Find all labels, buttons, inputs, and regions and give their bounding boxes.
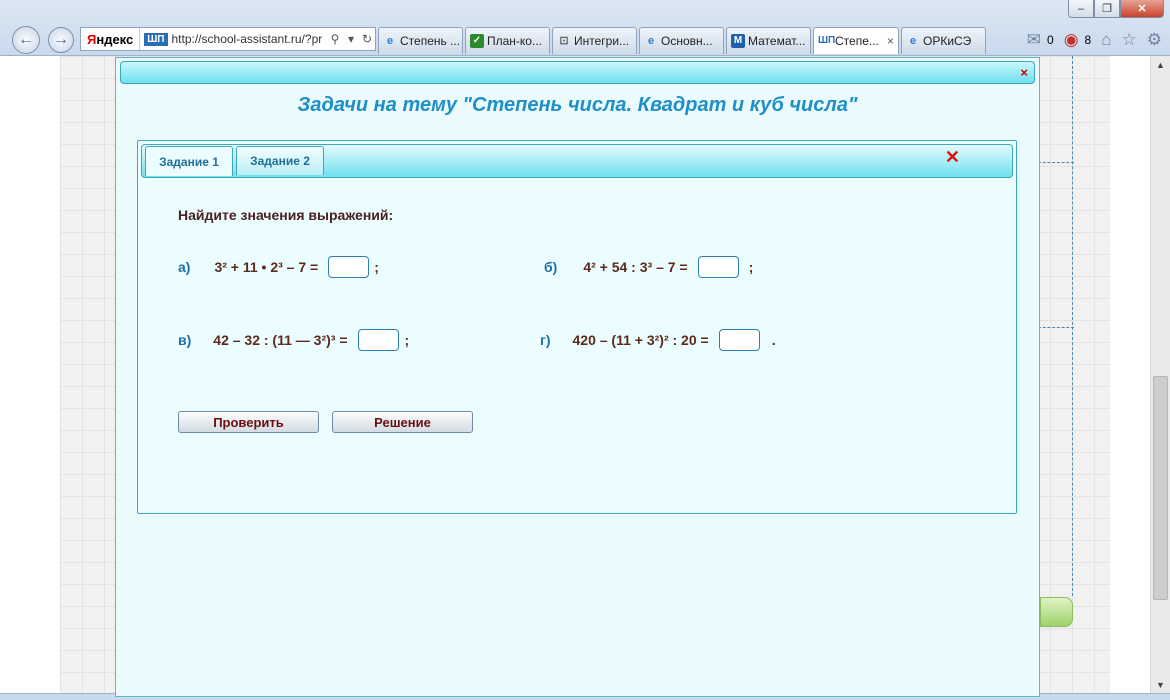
expression-end: ;	[748, 259, 754, 275]
tab-task-2[interactable]: Задание 2	[236, 146, 324, 175]
tab-label: Интегри...	[574, 34, 630, 48]
expression-text: 4² + 54 : 3³ – 7 =	[583, 259, 688, 275]
window-controls: – ❐ ✕	[1068, 0, 1164, 18]
home-icon[interactable]: ⌂	[1101, 30, 1111, 50]
task-dialog: × Задачи на тему "Степень числа. Квадрат…	[115, 57, 1040, 697]
expression-g: г) 420 – (11 + 3²)² : 20 = .	[540, 329, 776, 351]
scroll-thumb[interactable]	[1153, 376, 1168, 600]
tab-label: Степень ...	[400, 34, 461, 48]
expression-text: 420 – (11 + 3²)² : 20 =	[572, 332, 709, 348]
check-button[interactable]: Проверить	[178, 411, 319, 433]
toolbar-right: ✉ 0 ◉ 8 ⌂ ☆ ⚙	[1017, 30, 1162, 50]
expression-text: 42 – 32 : (11 — 3²)³ =	[213, 332, 348, 348]
search-icon[interactable]: ⚲	[327, 32, 343, 46]
tab-label: ОРКиСЭ	[923, 34, 972, 48]
panel-close-icon[interactable]: ✕	[945, 147, 960, 168]
site-icon: ШП	[144, 32, 168, 46]
browser-tab[interactable]: ✓ План-ко...	[465, 27, 550, 54]
maximize-button[interactable]: ❐	[1094, 0, 1120, 18]
address-bar[interactable]: Яндекс ШП http://school-assistant.ru/?pr…	[80, 27, 376, 51]
expression-label: б)	[544, 259, 558, 275]
tab-task-1[interactable]: Задание 1	[145, 146, 233, 176]
answer-input-g[interactable]	[718, 329, 760, 351]
tab-label: План-ко...	[487, 34, 542, 48]
address-url[interactable]: http://school-assistant.ru/?pr	[172, 32, 328, 46]
answer-input-v[interactable]	[357, 329, 399, 351]
vertical-scrollbar[interactable]: ▲ ▼	[1150, 56, 1170, 693]
expression-label: г)	[540, 332, 551, 348]
browser-tab[interactable]: e Основн...	[639, 27, 724, 54]
minimize-button[interactable]: –	[1068, 0, 1094, 18]
expression-text: 3² + 11 • 2³ – 7 =	[214, 259, 319, 275]
solution-button[interactable]: Решение	[332, 411, 473, 433]
ie-icon: e	[647, 35, 655, 47]
forward-button[interactable]: →	[48, 27, 74, 53]
tab-label: Основн...	[661, 34, 713, 48]
mail-count: 0	[1047, 33, 1054, 47]
browser-tab-active[interactable]: ШП Степе... ×	[813, 27, 899, 54]
ie-icon: e	[909, 35, 917, 47]
tab-label: Математ...	[748, 34, 806, 48]
answer-input-b[interactable]	[697, 256, 739, 278]
dashed-frame	[1038, 162, 1074, 328]
scroll-up-icon[interactable]: ▲	[1151, 56, 1170, 73]
browser-tab[interactable]: M Математ...	[726, 27, 811, 54]
close-window-button[interactable]: ✕	[1120, 0, 1164, 18]
expression-b: б) 4² + 54 : 3³ – 7 = ;	[544, 256, 753, 278]
notify-icon[interactable]: ◉	[1064, 30, 1079, 50]
expression-label: в)	[178, 332, 192, 348]
sp-icon: ШП	[818, 35, 836, 46]
notify-count: 8	[1084, 33, 1092, 47]
expression-end: .	[771, 332, 776, 348]
m-icon: M	[731, 34, 745, 48]
check-icon: ✓	[470, 34, 484, 48]
browser-tab[interactable]: e Степень ...	[378, 27, 463, 54]
gear-icon[interactable]: ⚙	[1147, 30, 1162, 50]
presentation-icon: ⊡	[559, 35, 569, 47]
star-icon[interactable]: ☆	[1122, 30, 1137, 50]
scroll-down-icon[interactable]: ▼	[1151, 676, 1170, 693]
expression-v: в) 42 – 32 : (11 — 3²)³ = ;	[178, 329, 409, 351]
back-button[interactable]: ←	[12, 26, 40, 54]
green-side-button[interactable]	[1040, 597, 1073, 627]
browser-chrome: – ❐ ✕ ← → Яндекс ШП http://school-assist…	[0, 0, 1170, 56]
brand-letter: Я	[87, 31, 97, 47]
yandex-logo: Яндекс	[81, 28, 141, 50]
expression-end: ;	[404, 332, 410, 348]
task-panel: Задание 1 Задание 2 ✕ Найдите значения в…	[137, 140, 1017, 514]
task-instruction: Найдите значения выражений:	[178, 207, 394, 223]
answer-input-a[interactable]	[328, 256, 370, 278]
browser-tab[interactable]: ⊡ Интегри...	[552, 27, 637, 54]
browser-tab[interactable]: e ОРКиСЭ	[901, 27, 986, 54]
tab-label: Степе...	[835, 34, 879, 48]
ie-icon: e	[386, 35, 394, 47]
mail-icon[interactable]: ✉	[1027, 30, 1041, 50]
chevron-down-icon[interactable]: ▾	[343, 32, 359, 46]
expression-label: а)	[178, 259, 191, 275]
expression-end: ;	[374, 259, 379, 275]
close-tab-icon[interactable]: ×	[887, 34, 894, 48]
refresh-icon[interactable]: ↻	[359, 32, 375, 46]
page-title: Задачи на тему "Степень числа. Квадрат и…	[297, 94, 858, 116]
brand-rest: ндекс	[96, 31, 134, 47]
dialog-titlebar: ×	[120, 61, 1035, 84]
dialog-close-icon[interactable]: ×	[1020, 65, 1028, 80]
expression-a: а) 3² + 11 • 2³ – 7 = ;	[178, 256, 379, 278]
browser-tabs: e Степень ... ✓ План-ко... ⊡ Интегри... e Ос…	[378, 27, 988, 54]
